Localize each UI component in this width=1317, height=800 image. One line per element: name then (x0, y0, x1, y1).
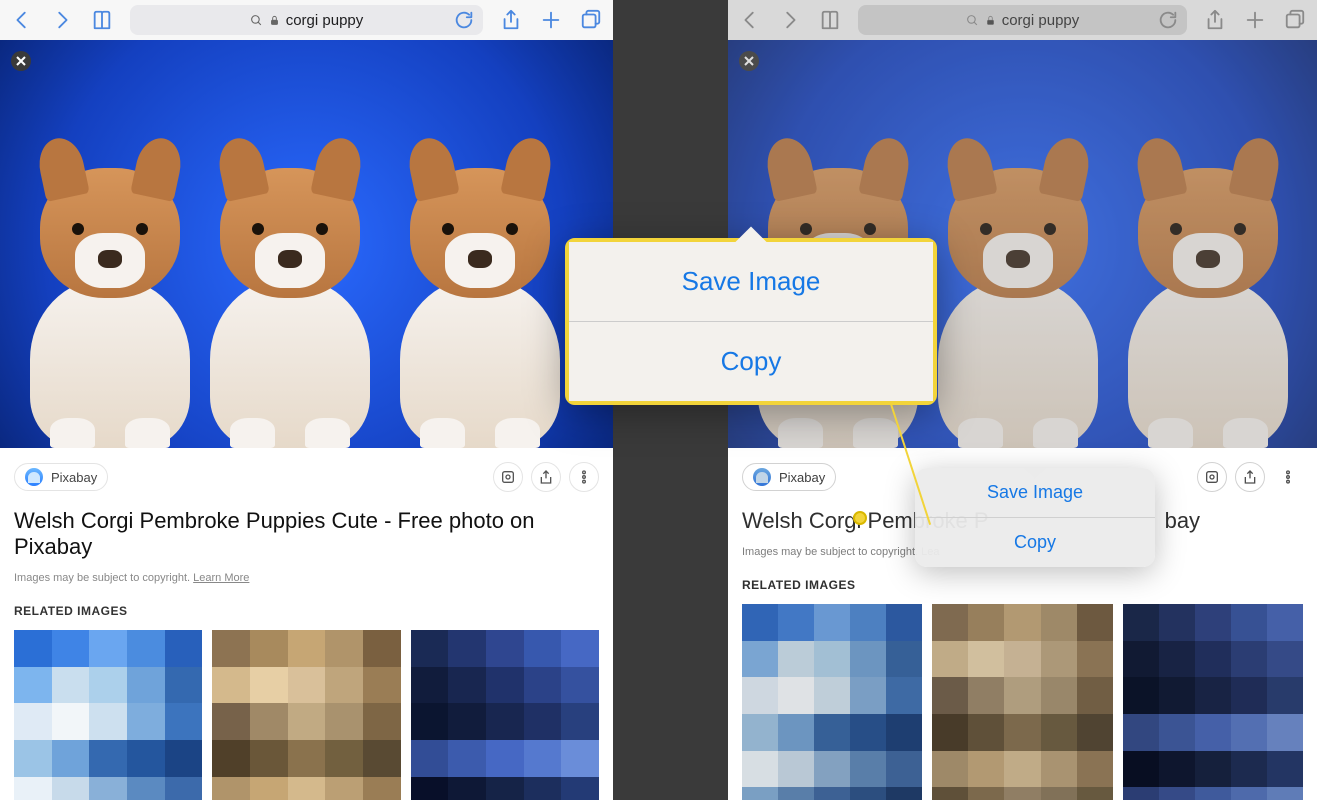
safari-toolbar: corgi puppy (728, 0, 1317, 40)
close-icon[interactable] (11, 51, 31, 71)
lens-icon[interactable] (493, 462, 523, 492)
search-icon (250, 14, 263, 27)
reload-icon[interactable] (1157, 9, 1179, 31)
source-chip[interactable]: Pixabay (14, 463, 108, 491)
source-chip[interactable]: Pixabay (742, 463, 836, 491)
related-thumb-3[interactable] (411, 630, 599, 800)
source-name: Pixabay (51, 470, 97, 485)
related-images-header: RELATED IMAGES (14, 604, 599, 618)
source-favicon (25, 468, 43, 486)
forward-button[interactable] (778, 8, 802, 32)
related-images-strip (742, 604, 1303, 800)
safari-toolbar: corgi puppy (0, 0, 613, 40)
reload-icon[interactable] (453, 9, 475, 31)
menu-item-copy[interactable]: Copy (915, 517, 1155, 567)
bookmarks-icon[interactable] (818, 8, 842, 32)
menu-item-copy[interactable]: Copy (569, 321, 933, 401)
left-safari-pane: corgi puppy Pixabay Welsh (0, 0, 613, 800)
forward-button[interactable] (50, 8, 74, 32)
lock-icon (269, 14, 280, 27)
more-icon[interactable] (569, 462, 599, 492)
image-info-panel: Pixabay Welsh Corgi Pembroke Puppies Cut… (0, 448, 613, 800)
back-button[interactable] (738, 8, 762, 32)
main-image[interactable] (0, 40, 613, 448)
back-button[interactable] (10, 8, 34, 32)
share-icon[interactable] (1203, 8, 1227, 32)
address-bar[interactable]: corgi puppy (858, 5, 1187, 35)
new-tab-icon[interactable] (539, 8, 563, 32)
share-icon[interactable] (499, 8, 523, 32)
source-favicon (753, 468, 771, 486)
address-bar-text: corgi puppy (286, 12, 364, 29)
related-thumb-2[interactable] (212, 630, 400, 800)
context-menu-callout: Save Image Copy (565, 238, 937, 405)
image-viewer (0, 40, 613, 448)
related-thumb-3[interactable] (1123, 604, 1303, 800)
new-tab-icon[interactable] (1243, 8, 1267, 32)
context-menu: Save Image Copy (915, 468, 1155, 567)
related-images-header: RELATED IMAGES (742, 578, 1303, 592)
related-thumb-2[interactable] (932, 604, 1112, 800)
tabs-icon[interactable] (1283, 8, 1307, 32)
address-bar[interactable]: corgi puppy (130, 5, 483, 35)
related-thumb-1[interactable] (742, 604, 922, 800)
tabs-icon[interactable] (579, 8, 603, 32)
copyright-text: Images may be subject to copyright. Lear… (14, 572, 599, 584)
search-icon (966, 14, 979, 27)
lens-icon[interactable] (1197, 462, 1227, 492)
related-thumb-1[interactable] (14, 630, 202, 800)
related-images-strip (14, 630, 599, 800)
bookmarks-icon[interactable] (90, 8, 114, 32)
address-bar-text: corgi puppy (1002, 12, 1080, 29)
lock-icon (985, 14, 996, 27)
source-name: Pixabay (779, 470, 825, 485)
image-title: Welsh Corgi Pembroke Puppies Cute - Free… (14, 508, 599, 560)
share-image-icon[interactable] (1235, 462, 1265, 492)
menu-item-save-image[interactable]: Save Image (569, 242, 933, 321)
more-icon[interactable] (1273, 462, 1303, 492)
share-image-icon[interactable] (531, 462, 561, 492)
learn-more-link[interactable]: Learn More (193, 572, 249, 584)
